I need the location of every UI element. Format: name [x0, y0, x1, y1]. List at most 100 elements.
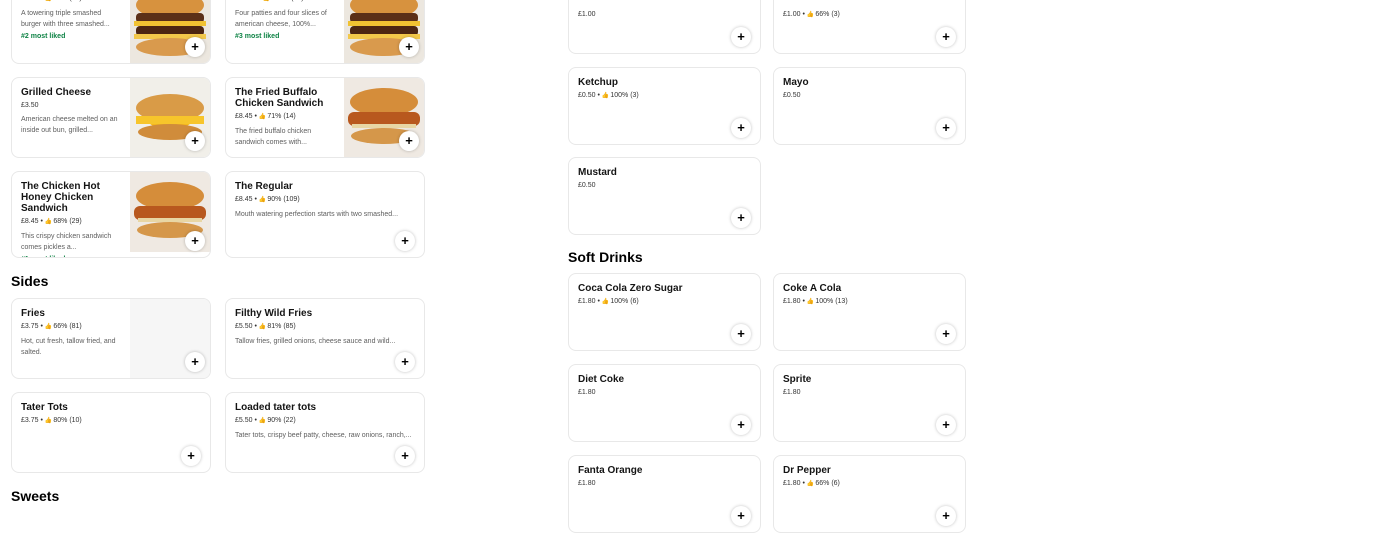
option-card[interactable]: Ketchup £0.50 • 👍100% (3) +	[568, 67, 761, 145]
item-rating: 90% (109)	[267, 196, 300, 203]
add-button[interactable]: +	[185, 37, 205, 57]
item-info: Sprite £1.80	[783, 374, 956, 397]
menu-item-card[interactable]: £9.95 • 👍83% (48) A towering triple smash…	[11, 0, 211, 64]
most-liked-badge: #1 most liked	[21, 255, 122, 257]
menu-item-card[interactable]: £10.95 • 👍100% (34) Four patties and four…	[225, 0, 425, 64]
item-rating: 83% (48)	[53, 0, 81, 2]
option-card[interactable]: £1.00 +	[568, 0, 761, 54]
add-button[interactable]: +	[731, 27, 751, 47]
option-card[interactable]: Fanta Orange £1.80 +	[568, 455, 761, 533]
item-name: Coca Cola Zero Sugar	[578, 283, 683, 294]
thumbs-up-icon: 👍	[44, 219, 53, 225]
item-meta: £1.80 • 👍100% (6)	[578, 297, 751, 307]
item-price: £0.50	[783, 92, 801, 99]
option-card[interactable]: £1.00 • 👍66% (3) +	[773, 0, 966, 54]
item-info: Mustard £0.50	[578, 167, 751, 190]
thumbs-up-icon: 👍	[806, 299, 815, 305]
item-name: Tater Tots	[21, 402, 68, 413]
add-button[interactable]: +	[936, 415, 956, 435]
menu-item-card[interactable]: Loaded tater tots £5.50 • 👍90% (22) Tater …	[225, 392, 425, 473]
item-price: £1.80	[783, 298, 801, 305]
add-button[interactable]: +	[395, 352, 415, 372]
item-info: The Regular £8.45 • 👍90% (109) Mouth water…	[235, 181, 415, 221]
add-button[interactable]: +	[395, 231, 415, 251]
menu-item-card[interactable]: Filthy Wild Fries £5.50 • 👍81% (85) Tallow…	[225, 298, 425, 379]
menu-item-card[interactable]: The Regular £8.45 • 👍90% (109) Mouth water…	[225, 171, 425, 258]
item-name: Filthy Wild Fries	[235, 308, 313, 319]
item-meta: £8.45 • 👍90% (109)	[235, 195, 415, 205]
thumbs-up-icon: 👍	[601, 93, 610, 99]
item-meta: £1.80	[578, 479, 751, 488]
item-meta: £1.00	[578, 10, 751, 19]
item-info: Coke A Cola £1.80 • 👍100% (13)	[783, 283, 956, 307]
thumbs-up-icon: 👍	[44, 324, 53, 330]
item-meta: £5.50 • 👍90% (22)	[235, 416, 415, 426]
add-button[interactable]: +	[936, 324, 956, 344]
item-info: £1.00 • 👍66% (3)	[783, 10, 956, 20]
add-button[interactable]: +	[936, 506, 956, 526]
add-button[interactable]: +	[399, 37, 419, 57]
item-rating: 90% (22)	[267, 417, 296, 424]
thumbs-up-icon: 👍	[263, 0, 270, 2]
item-price: £9.95	[21, 0, 39, 2]
option-card[interactable]: Coke A Cola £1.80 • 👍100% (13) +	[773, 273, 966, 351]
item-price: £8.45	[21, 218, 39, 225]
add-button[interactable]: +	[936, 27, 956, 47]
add-button[interactable]: +	[731, 208, 751, 228]
add-button[interactable]: +	[185, 131, 205, 151]
menu-item-card[interactable]: The Chicken Hot Honey Chicken Sandwich £8…	[11, 171, 211, 258]
item-rating: 71% (14)	[267, 113, 296, 120]
item-info: £9.95 • 👍83% (48) A towering triple smash…	[21, 0, 122, 41]
option-card[interactable]: Dr Pepper £1.80 • 👍66% (6) +	[773, 455, 966, 533]
item-price: £3.75	[21, 417, 39, 424]
item-meta: £9.95 • 👍83% (48)	[21, 0, 122, 4]
item-meta: £1.80 • 👍66% (6)	[783, 479, 956, 489]
item-meta: £1.80 • 👍100% (13)	[783, 297, 956, 307]
item-meta: £3.75 • 👍66% (81)	[21, 322, 122, 332]
item-rating: 100% (13)	[815, 298, 848, 305]
item-price: £0.50	[578, 92, 596, 99]
option-card[interactable]: Mustard £0.50 +	[568, 157, 761, 235]
add-button[interactable]: +	[399, 131, 419, 151]
item-info: £10.95 • 👍100% (34) Four patties and four…	[235, 0, 336, 41]
add-button[interactable]: +	[181, 446, 201, 466]
add-button[interactable]: +	[731, 324, 751, 344]
item-meta: £3.50	[21, 101, 122, 110]
item-price: £1.80	[783, 480, 801, 487]
item-rating: 80% (10)	[53, 417, 82, 424]
add-button[interactable]: +	[731, 118, 751, 138]
option-card[interactable]: Coca Cola Zero Sugar £1.80 • 👍100% (6) +	[568, 273, 761, 351]
item-meta: £0.50	[578, 181, 751, 190]
add-button[interactable]: +	[185, 352, 205, 372]
section-title-soft-drinks: Soft Drinks	[568, 249, 643, 265]
menu-item-card[interactable]: Fries £3.75 • 👍66% (81) Hot, cut fresh, ta…	[11, 298, 211, 379]
add-button[interactable]: +	[731, 506, 751, 526]
item-info: Filthy Wild Fries £5.50 • 👍81% (85) Tallow…	[235, 308, 415, 348]
menu-item-card[interactable]: Tater Tots £3.75 • 👍80% (10) +	[11, 392, 211, 473]
add-button[interactable]: +	[395, 446, 415, 466]
item-name: Coke A Cola	[783, 283, 842, 294]
item-price: £1.00	[578, 11, 596, 18]
item-description: This crispy chicken sandwich comes pickl…	[21, 233, 112, 251]
item-rating: 100% (3)	[610, 92, 639, 99]
add-button[interactable]: +	[731, 415, 751, 435]
option-card[interactable]: Mayo £0.50 +	[773, 67, 966, 145]
add-button[interactable]: +	[185, 231, 205, 251]
option-card[interactable]: Diet Coke £1.80 +	[568, 364, 761, 442]
item-name: The Fried Buffalo Chicken Sandwich	[235, 87, 324, 109]
item-info: £1.00	[578, 10, 751, 19]
item-price: £1.80	[783, 389, 801, 396]
thumbs-up-icon: 👍	[44, 418, 53, 424]
item-price: £3.50	[21, 102, 39, 109]
item-meta: £1.80	[783, 388, 956, 397]
menu-item-card[interactable]: Grilled Cheese £3.50 American cheese melte…	[11, 77, 211, 158]
add-button[interactable]: +	[936, 118, 956, 138]
item-name: Grilled Cheese	[21, 87, 92, 98]
menu-item-card[interactable]: The Fried Buffalo Chicken Sandwich £8.45 …	[225, 77, 425, 158]
option-card[interactable]: Sprite £1.80 +	[773, 364, 966, 442]
item-price: £1.80	[578, 298, 596, 305]
item-description: Tater tots, crispy beef patty, cheese, r…	[235, 432, 412, 439]
item-rating: 66% (6)	[815, 480, 840, 487]
item-description: American cheese melted on an inside out …	[21, 116, 118, 134]
item-info: Tater Tots £3.75 • 👍80% (10)	[21, 402, 201, 426]
